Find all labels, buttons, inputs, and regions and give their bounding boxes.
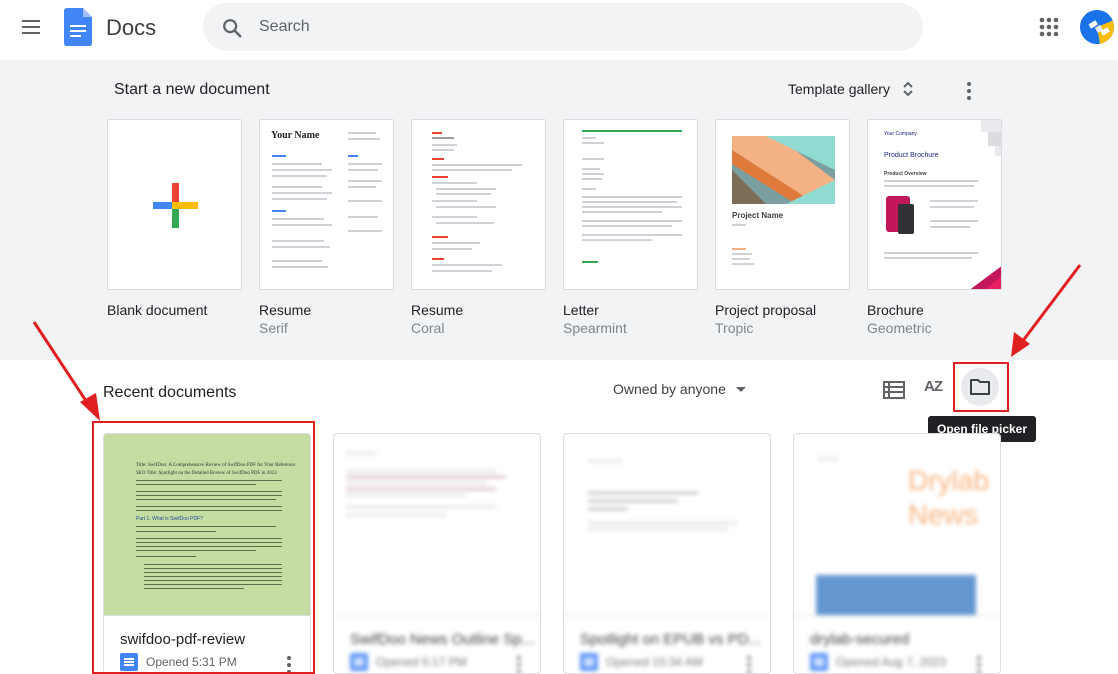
template-heading: Start a new document (114, 81, 270, 98)
template-resume-serif-thumbnail[interactable]: Your Name (259, 119, 394, 290)
docs-file-icon (810, 653, 828, 671)
document-meta: Opened 10:34 AM (580, 653, 703, 671)
search-icon[interactable] (221, 17, 243, 39)
template-brochure[interactable]: Your Company Product Brochure Product Ov… (867, 119, 1002, 336)
document-thumbnail[interactable] (564, 434, 770, 616)
template-gallery-label: Template gallery (788, 81, 890, 97)
dot (517, 663, 521, 667)
template-name: Project proposal (715, 302, 817, 318)
dot (747, 663, 751, 667)
document-thumbnail[interactable]: Drylab News (794, 434, 1000, 616)
document-opened: Opened 10:34 AM (606, 655, 703, 669)
caret-down-icon (735, 386, 746, 392)
template-name: Blank document (107, 302, 208, 318)
docs-logo-icon[interactable] (64, 8, 92, 46)
template-resume-coral-thumbnail[interactable] (411, 119, 546, 290)
sort-az-icon[interactable]: AZ (924, 378, 943, 395)
template-name: Brochure (867, 302, 924, 318)
menu-line (22, 20, 40, 22)
plus-icon (153, 183, 198, 228)
resume-heading: Your Name (271, 130, 320, 141)
document-title: SwifDoo News Outline Sp... (350, 631, 535, 648)
dot (967, 82, 971, 86)
template-letter[interactable]: Letter Spearmint (563, 119, 698, 336)
template-section: Start a new document Template gallery Bl… (0, 60, 1118, 360)
template-name: Resume (259, 302, 312, 318)
document-opened: Opened 5:17 PM (376, 655, 467, 669)
satellite-avatar-icon (1080, 10, 1114, 44)
document-more-icon[interactable] (976, 656, 982, 673)
document-title: drylab-secured (810, 631, 910, 648)
template-project-proposal-thumbnail[interactable]: Project Name (715, 119, 850, 290)
open-file-picker-highlight (953, 362, 1009, 412)
template-name: Letter (563, 302, 599, 318)
document-more-icon[interactable] (516, 656, 522, 673)
template-project-proposal[interactable]: Project Name Project proposal Tropic (715, 119, 850, 336)
folder-icon (970, 379, 990, 395)
owner-filter-label: Owned by anyone (613, 381, 726, 397)
search-bar[interactable] (203, 3, 923, 51)
docs-file-icon (350, 653, 368, 671)
document-meta: Opened Aug 7, 2023 (810, 653, 946, 671)
brochure-company: Your Company (884, 131, 917, 137)
template-subtitle: Geometric (867, 320, 932, 336)
template-name: Resume (411, 302, 464, 318)
dot (517, 670, 521, 673)
template-subtitle: Spearmint (563, 320, 627, 336)
template-more-icon[interactable] (956, 78, 982, 104)
open-file-picker-button[interactable] (961, 368, 999, 406)
dot (747, 670, 751, 673)
document-thumbnail[interactable] (334, 434, 540, 616)
template-blank-thumbnail[interactable] (107, 119, 242, 290)
main-menu-button[interactable] (14, 10, 48, 44)
dot (977, 656, 981, 660)
dot (967, 89, 971, 93)
dot (517, 656, 521, 660)
dot (967, 96, 971, 100)
unfold-icon (903, 81, 913, 97)
search-input[interactable] (259, 3, 899, 51)
dot (977, 670, 981, 673)
account-avatar[interactable] (1080, 10, 1114, 44)
docs-file-icon (580, 653, 598, 671)
template-resume-serif[interactable]: Your Name Resume Serif (259, 119, 394, 336)
template-subtitle: Coral (411, 320, 445, 336)
document-title: Spotlight on EPUB vs PD... (580, 631, 761, 648)
project-heading: Project Name (732, 211, 784, 220)
app-title[interactable]: Docs (106, 15, 156, 41)
template-resume-coral[interactable]: Resume Coral (411, 119, 546, 336)
menu-line (22, 26, 40, 28)
recent-documents-heading: Recent documents (103, 384, 237, 401)
menu-line (22, 32, 40, 34)
app-header: Docs (0, 0, 1118, 56)
google-apps-icon[interactable] (1036, 14, 1062, 40)
template-letter-thumbnail[interactable] (563, 119, 698, 290)
template-subtitle: Serif (259, 320, 288, 336)
document-card[interactable]: Spotlight on EPUB vs PD... Opened 10:34 … (563, 433, 771, 674)
dot (977, 663, 981, 667)
brochure-overview: Product Overview (884, 171, 927, 177)
document-opened: Opened Aug 7, 2023 (836, 655, 947, 669)
selected-document-highlight (92, 421, 315, 674)
document-card[interactable]: Drylab News drylab-secured Opened Aug 7,… (793, 433, 1001, 674)
template-brochure-thumbnail[interactable]: Your Company Product Brochure Product Ov… (867, 119, 1002, 290)
dot (747, 656, 751, 660)
document-more-icon[interactable] (746, 656, 752, 673)
drylab-preview-text: Drylab News (908, 465, 989, 530)
list-view-icon[interactable] (883, 380, 905, 400)
template-subtitle: Tropic (715, 320, 754, 336)
document-card[interactable]: SwifDoo News Outline Sp... Opened 5:17 P… (333, 433, 541, 674)
brochure-title: Product Brochure (884, 152, 939, 159)
template-blank[interactable]: Blank document (107, 119, 242, 318)
geometric-pattern-image (886, 120, 1001, 289)
drylab-preview-image (816, 575, 976, 615)
template-gallery-button[interactable]: Template gallery (788, 80, 914, 98)
owner-filter-dropdown[interactable]: Owned by anyone (613, 381, 746, 397)
document-meta: Opened 5:17 PM (350, 653, 467, 671)
